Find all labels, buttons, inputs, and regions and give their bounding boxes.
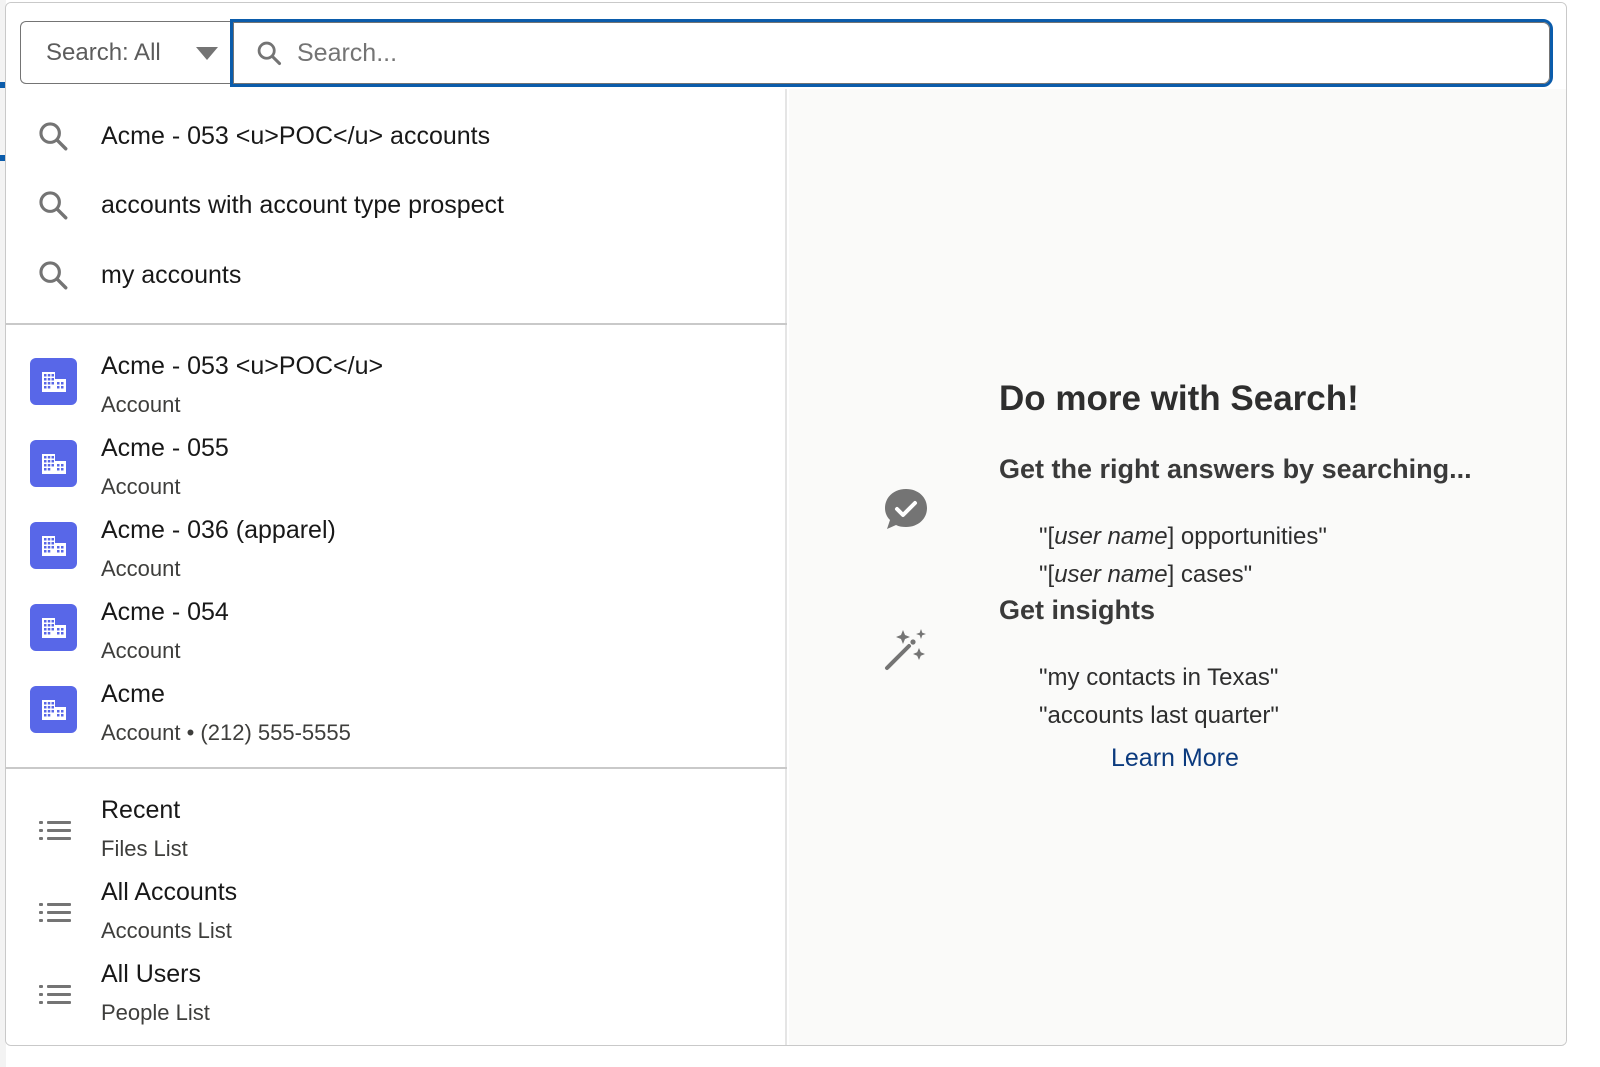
section-divider: [6, 767, 787, 769]
record-title: Acme - 054: [101, 598, 229, 626]
record-subtitle: Account: [101, 474, 181, 499]
search-bar: Search: All: [6, 3, 1566, 89]
list-view-item[interactable]: All Users People List: [6, 960, 787, 1042]
record-item[interactable]: Acme - 055 Account: [6, 434, 787, 516]
account-building-icon: [30, 358, 77, 405]
search-tips-panel: Do more with Search! Get the right answe…: [789, 89, 1566, 1045]
list-view-item[interactable]: Recent Files List: [6, 796, 787, 878]
suggestion-label: my accounts: [101, 260, 242, 289]
record-title: Acme - 036 (apparel): [101, 516, 336, 544]
promo-section-title: Get the right answers by searching...: [999, 454, 1472, 484]
record-subtitle: Account: [101, 638, 181, 663]
global-search-dropdown: Search: All Acme - 053 <u>POC</u> accoun…: [5, 2, 1567, 1046]
record-subtitle: Account • (212) 555-5555: [101, 720, 351, 745]
record-item[interactable]: Acme - 054 Account: [6, 598, 787, 680]
search-icon: [39, 261, 68, 290]
list-view-subtitle: People List: [101, 1000, 210, 1025]
account-building-icon: [30, 604, 77, 651]
list-view-title: Recent: [101, 796, 181, 824]
suggestion-label: Acme - 053 <u>POC</u> accounts: [101, 121, 491, 150]
search-input[interactable]: [297, 38, 1497, 68]
promo-heading: Do more with Search!: [999, 379, 1359, 418]
record-title: Acme - 053 <u>POC</u>: [101, 352, 384, 380]
suggestion-item[interactable]: Acme - 053 <u>POC</u> accounts: [6, 103, 787, 169]
section-divider: [6, 323, 787, 325]
record-item[interactable]: Acme - 053 <u>POC</u> Account: [6, 352, 787, 434]
caret-down-icon: [196, 47, 218, 60]
search-input-container: [230, 19, 1553, 87]
list-icon: [39, 821, 71, 840]
record-subtitle: Account: [101, 392, 181, 417]
record-title: Acme: [101, 680, 165, 708]
account-building-icon: [30, 522, 77, 569]
magic-wand-icon: [885, 629, 926, 670]
record-subtitle: Account: [101, 556, 181, 581]
list-icon: [39, 985, 71, 1004]
record-item[interactable]: Acme Account • (212) 555-5555: [6, 680, 787, 762]
suggestion-item[interactable]: accounts with account type prospect: [6, 172, 787, 238]
search-icon: [39, 191, 68, 220]
search-scope-label: Search: All: [46, 38, 161, 66]
list-view-subtitle: Files List: [101, 836, 188, 861]
list-icon: [39, 903, 71, 922]
results-column: Acme - 053 <u>POC</u> accounts accounts …: [6, 89, 787, 1045]
list-view-item[interactable]: All Accounts Accounts List: [6, 878, 787, 960]
list-view-title: All Users: [101, 960, 202, 988]
learn-more-link[interactable]: Learn More: [1111, 744, 1239, 773]
account-building-icon: [30, 440, 77, 487]
list-view-subtitle: Accounts List: [101, 918, 232, 943]
record-title: Acme - 055: [101, 434, 229, 462]
list-view-title: All Accounts: [101, 878, 238, 906]
promo-section-title: Get insights: [999, 595, 1156, 625]
suggestion-label: accounts with account type prospect: [101, 190, 505, 219]
suggestion-item[interactable]: my accounts: [6, 242, 787, 308]
search-icon: [39, 122, 68, 151]
search-icon: [257, 41, 282, 66]
account-building-icon: [30, 686, 77, 733]
record-item[interactable]: Acme - 036 (apparel) Account: [6, 516, 787, 598]
chat-check-icon: [885, 489, 927, 529]
search-scope-select[interactable]: Search: All: [20, 21, 236, 84]
